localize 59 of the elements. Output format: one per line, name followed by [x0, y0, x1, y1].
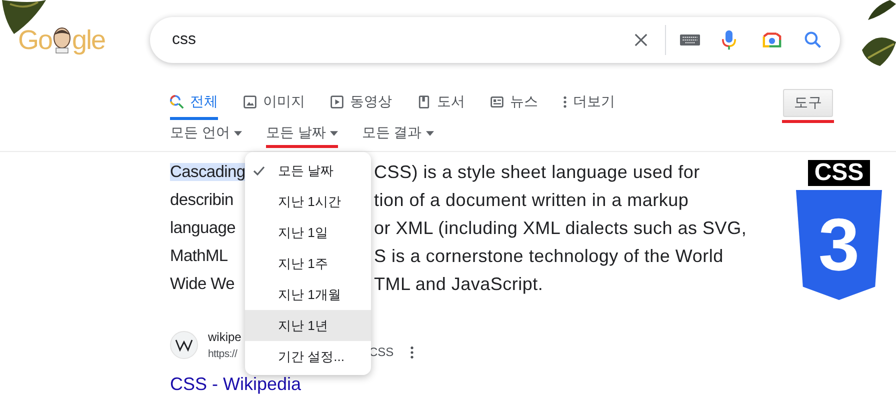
menu-item[interactable]: 지난 1주: [245, 248, 371, 279]
search-tab[interactable]: 이미지: [243, 89, 305, 120]
snippet-text: Wide We: [170, 275, 235, 293]
menu-item[interactable]: 지난 1년: [245, 310, 371, 341]
result-title-link[interactable]: CSS - Wikipedia: [170, 374, 302, 395]
menu-item[interactable]: 지난 1시간: [245, 186, 371, 217]
snippet-text: tion of a document written in a markup: [374, 189, 689, 212]
book-icon: [417, 94, 431, 108]
filter-dropdown[interactable]: 모든 결과: [362, 123, 434, 148]
more-icon: [563, 94, 567, 108]
search-tab[interactable]: 더보기: [563, 89, 615, 120]
play-icon: [330, 94, 344, 108]
menu-item[interactable]: 지난 1일: [245, 217, 371, 248]
search-icon: [170, 94, 184, 108]
logo-text: gle: [72, 24, 106, 56]
site-url: https://: [208, 346, 238, 362]
snippet-text: or XML (including XML dialects such as SVG,: [374, 217, 747, 240]
search-tab[interactable]: 전체: [170, 89, 218, 120]
search-tab[interactable]: 도서: [417, 89, 465, 120]
logo-text: Go: [18, 24, 52, 56]
figure-icon: [52, 26, 72, 54]
menu-item-label: 지난 1일: [278, 224, 328, 242]
logo-text: CSS: [808, 160, 870, 186]
snippet-text: Cascading: [170, 163, 246, 181]
menu-item[interactable]: 지난 1개월: [245, 279, 371, 310]
search-icon[interactable]: [804, 31, 822, 49]
menu-item-label: 지난 1년: [278, 316, 328, 334]
close-icon[interactable]: [633, 32, 649, 48]
logo-text: 3: [818, 208, 860, 282]
search-tab[interactable]: 동영상: [330, 89, 392, 120]
menu-item[interactable]: 기간 설정...: [245, 341, 371, 372]
more-icon[interactable]: [410, 346, 414, 358]
tools-button[interactable]: 도구: [783, 89, 833, 117]
microphone-icon[interactable]: [722, 29, 736, 51]
snippet-text: language: [170, 219, 236, 237]
search-input[interactable]: css: [170, 30, 633, 50]
menu-item-label: 기간 설정...: [278, 348, 344, 366]
keyboard-icon[interactable]: [680, 33, 700, 47]
snippet-text: S is a cornerstone technology of the World: [374, 245, 724, 268]
caret-icon: [234, 130, 242, 136]
filter-dropdown[interactable]: 모든 날짜: [266, 123, 338, 148]
snippet-text: CSS) is a style sheet language used for: [374, 161, 700, 184]
news-icon: [490, 94, 504, 108]
menu-item-label: 지난 1주: [278, 254, 328, 272]
caret-icon: [426, 130, 434, 136]
menu-item[interactable]: 모든 날짜: [245, 155, 371, 186]
menu-item-label: 지난 1시간: [278, 192, 341, 210]
camera-icon[interactable]: [762, 31, 782, 49]
menu-item-label: 지난 1개월: [278, 286, 341, 304]
snippet-text: describin: [170, 191, 234, 209]
site-name: wikipe: [208, 328, 242, 346]
menu-item-label: 모든 날짜: [278, 162, 334, 180]
caret-icon: [330, 130, 338, 136]
snippet-text: TML and JavaScript.: [374, 273, 544, 296]
filter-dropdown[interactable]: 모든 언어: [170, 123, 242, 148]
search-tab[interactable]: 뉴스: [490, 89, 538, 120]
image-icon: [243, 94, 257, 108]
snippet-text: MathML: [170, 247, 228, 265]
favicon-icon: [170, 331, 198, 359]
